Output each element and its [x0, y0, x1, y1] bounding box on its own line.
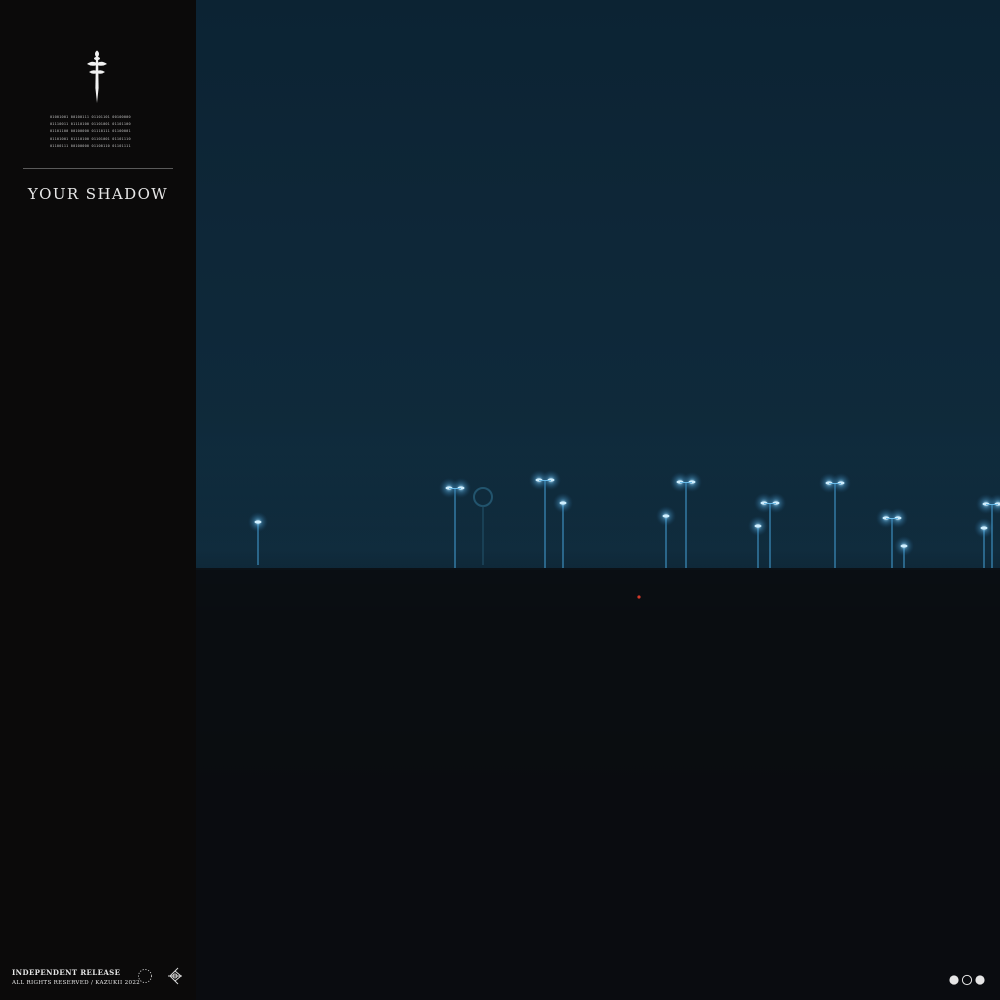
lamp-head: [559, 501, 567, 505]
cover-sidebar: 01001001 00100111 01101101 00100000 0111…: [0, 0, 196, 1000]
lamp-arm: [764, 503, 776, 504]
lamp-pole: [544, 480, 546, 568]
lamp-pole: [991, 504, 993, 568]
kazukii-logo-icon: [168, 967, 182, 985]
lamp-arm: [986, 504, 998, 505]
cover-title: YOUR SHADOW: [27, 185, 169, 203]
rights-label: ALL RIGHTS RESERVED / KAZUKII 2022: [12, 980, 141, 986]
lamp-pole: [685, 482, 687, 568]
lamp-arm: [539, 480, 551, 481]
dagger-cross-icon: [87, 50, 107, 103]
lamp-arm: [449, 488, 461, 489]
footer-credits: INDEPENDENT RELEASE ALL RIGHTS RESERVED …: [12, 968, 140, 988]
dotted-circle-icon: [138, 969, 152, 983]
code-line: 01101001 01110100 01101001 01101110: [50, 136, 131, 141]
release-label: INDEPENDENT RELEASE: [12, 968, 121, 977]
lamp-head: [662, 514, 670, 518]
foggy-parking-lot-scene: [196, 420, 1000, 1000]
lamp-pole: [769, 503, 771, 568]
code-line: 01101100 00100000 01110111 01100001: [50, 129, 131, 134]
red-light: [637, 595, 641, 599]
code-line: 01110011 01110100 01101001 01101100: [50, 122, 131, 127]
code-line: 01100111 00100000 01100110 01101111: [50, 143, 131, 148]
code-line: 01001001 00100111 01101101 00100000: [50, 115, 131, 119]
divider: [23, 168, 173, 169]
lamp-head: [900, 544, 908, 548]
lamp-arm: [680, 482, 692, 483]
lamp-arm: [829, 483, 841, 484]
lamp-pole: [834, 483, 836, 568]
cover-photo: [196, 0, 1000, 1000]
lamp-arm: [886, 518, 898, 519]
three-dots-icon: [949, 974, 985, 986]
binary-code-block: 01001001 00100111 01101101 00100000 0111…: [50, 114, 146, 150]
lamp-pole: [454, 488, 456, 568]
lamp-head: [754, 524, 762, 528]
lamp-head: [254, 520, 262, 524]
lamp-head: [980, 526, 988, 530]
